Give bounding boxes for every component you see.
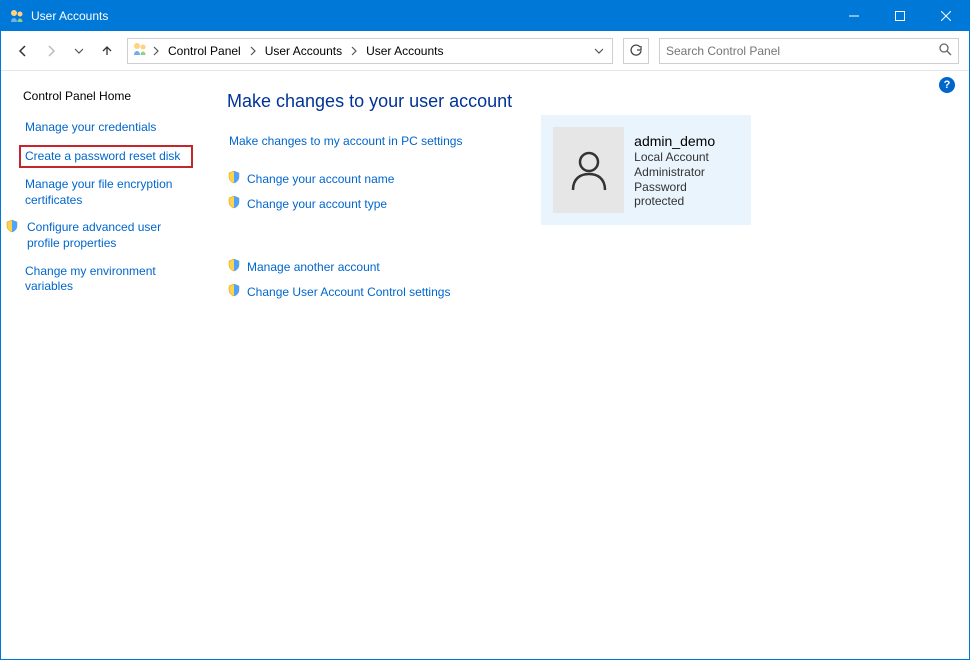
account-type: Local Account xyxy=(634,150,739,164)
shield-icon xyxy=(5,219,19,236)
window-title: User Accounts xyxy=(31,9,108,23)
chevron-right-icon xyxy=(350,46,358,56)
shield-icon xyxy=(227,170,241,187)
maximize-button[interactable] xyxy=(877,1,923,31)
link-label: Manage another account xyxy=(247,260,380,274)
link-change-uac-settings[interactable]: Change User Account Control settings xyxy=(227,283,949,300)
app-icon xyxy=(9,8,25,24)
account-password-status: Password protected xyxy=(634,180,739,208)
sidebar-link-create-password-reset-disk[interactable]: Create a password reset disk xyxy=(19,145,193,169)
link-label: Change your account name xyxy=(247,172,394,186)
link-label: Change User Account Control settings xyxy=(247,285,450,299)
account-info: admin_demo Local Account Administrator P… xyxy=(634,133,739,208)
sidebar-link-manage-credentials[interactable]: Manage your credentials xyxy=(23,117,191,139)
account-name: admin_demo xyxy=(634,133,739,149)
breadcrumb-control-panel[interactable]: Control Panel xyxy=(164,42,245,60)
breadcrumb-user-accounts[interactable]: User Accounts xyxy=(362,42,447,60)
forward-button[interactable] xyxy=(39,39,63,63)
page-heading: Make changes to your user account xyxy=(227,91,949,112)
shield-icon xyxy=(227,258,241,275)
minimize-button[interactable] xyxy=(831,1,877,31)
sidebar-link-configure-advanced-profile[interactable]: Configure advanced user profile properti… xyxy=(25,217,191,254)
breadcrumb-user-accounts-category[interactable]: User Accounts xyxy=(261,42,346,60)
link-manage-another-account[interactable]: Manage another account xyxy=(227,258,949,275)
search-icon[interactable] xyxy=(939,43,952,59)
address-bar[interactable]: Control Panel User Accounts User Account… xyxy=(127,38,613,64)
link-label: Change your account type xyxy=(247,197,387,211)
user-accounts-icon xyxy=(132,41,148,60)
main-panel: Make changes to your user account Make c… xyxy=(201,71,969,659)
refresh-button[interactable] xyxy=(623,38,649,64)
up-button[interactable] xyxy=(95,39,119,63)
back-button[interactable] xyxy=(11,39,35,63)
sidebar-link-change-environment-variables[interactable]: Change my environment variables xyxy=(23,261,191,298)
sidebar-title: Control Panel Home xyxy=(23,89,191,103)
content-area: ? Control Panel Home Manage your credent… xyxy=(1,71,969,659)
search-input[interactable] xyxy=(666,44,939,58)
account-card: admin_demo Local Account Administrator P… xyxy=(541,115,751,225)
sidebar: Control Panel Home Manage your credentia… xyxy=(1,71,201,659)
person-icon xyxy=(565,146,613,194)
shield-icon xyxy=(227,195,241,212)
recent-locations-button[interactable] xyxy=(67,39,91,63)
shield-icon xyxy=(227,283,241,300)
navbar: Control Panel User Accounts User Account… xyxy=(1,31,969,71)
sidebar-link-manage-encryption-certificates[interactable]: Manage your file encryption certificates xyxy=(23,174,191,211)
link-label: Make changes to my account in PC setting… xyxy=(229,134,462,148)
account-role: Administrator xyxy=(634,165,739,179)
titlebar: User Accounts xyxy=(1,1,969,31)
address-dropdown-button[interactable] xyxy=(590,46,608,56)
search-box[interactable] xyxy=(659,38,959,64)
close-button[interactable] xyxy=(923,1,969,31)
chevron-right-icon xyxy=(249,46,257,56)
chevron-right-icon xyxy=(152,46,160,56)
avatar xyxy=(553,127,624,213)
